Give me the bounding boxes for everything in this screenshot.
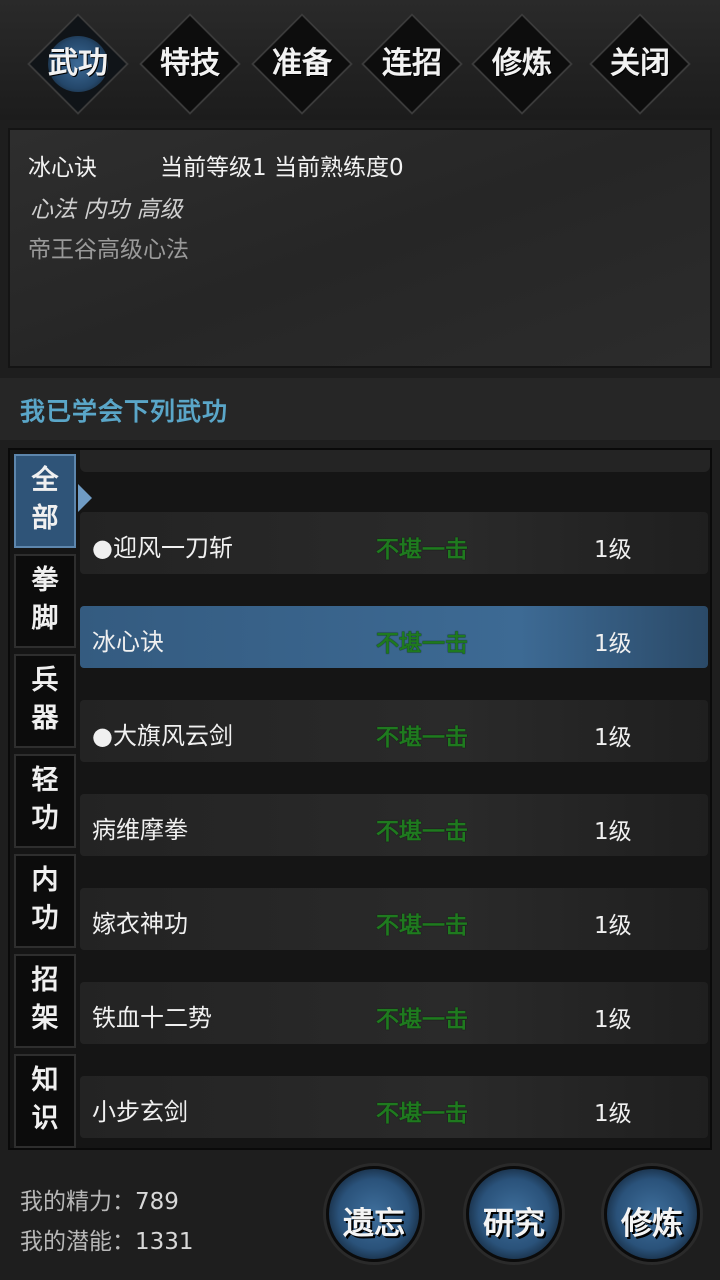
skill-info-panel: 冰心诀 当前等级1 当前熟练度0 心法 内功 高级 帝王谷高级心法: [8, 128, 712, 368]
tab-martial-arts[interactable]: 武功: [26, 12, 130, 116]
category-weapon[interactable]: 兵 器: [14, 654, 76, 748]
skill-row[interactable]: 小步玄剑 不堪一击 1级: [80, 1076, 708, 1138]
cultivate-button[interactable]: 修炼: [590, 1160, 714, 1276]
forget-button[interactable]: 遗忘: [312, 1160, 436, 1276]
skill-list-panel: 全 部 拳 脚 兵 器 轻 功 内 功 招 架 知 识 ●迎风一刀斩 不堪一击 …: [8, 448, 712, 1150]
category-all[interactable]: 全 部: [14, 454, 76, 548]
skill-row[interactable]: 嫁衣神功 不堪一击 1级: [80, 888, 708, 950]
tab-special-skills[interactable]: 特技: [138, 12, 242, 116]
skill-row-selected[interactable]: 冰心诀 不堪一击 1级: [80, 606, 708, 668]
tab-prepare[interactable]: 准备: [250, 12, 354, 116]
tab-cultivate[interactable]: 修炼: [470, 12, 574, 116]
category-sidebar: 全 部 拳 脚 兵 器 轻 功 内 功 招 架 知 识: [12, 450, 78, 1148]
category-lightness[interactable]: 轻 功: [14, 754, 76, 848]
energy-value: 789: [135, 1189, 179, 1215]
skill-row[interactable]: 病维摩拳 不堪一击 1级: [80, 794, 708, 856]
learned-header-text: 我已学会下列武功: [20, 397, 229, 426]
category-parry[interactable]: 招 架: [14, 954, 76, 1048]
bottom-bar: 我的精力：789 我的潜能：1331 遗忘 研究 修炼: [0, 1152, 720, 1280]
close-tab-button[interactable]: 关闭: [588, 12, 692, 116]
skill-row[interactable]: ●大旗风云剑 不堪一击 1级: [80, 700, 708, 762]
skill-rows[interactable]: ●迎风一刀斩 不堪一击 1级 冰心诀 不堪一击 1级 ●大旗风云剑 不堪一击 1…: [80, 450, 710, 1148]
skill-tags: 心法 内功 高级: [30, 197, 183, 223]
skill-level-text: 当前等级1 当前熟练度0: [160, 155, 404, 181]
learned-header: 我已学会下列武功: [0, 378, 720, 440]
potential-value: 1331: [135, 1229, 194, 1255]
tab-label: 准备: [272, 46, 332, 81]
category-knowledge[interactable]: 知 识: [14, 1054, 76, 1148]
skill-row[interactable]: 铁血十二势 不堪一击 1级: [80, 982, 708, 1044]
partial-row: [80, 450, 710, 472]
skill-name: 冰心诀: [28, 155, 97, 181]
research-button[interactable]: 研究: [452, 1160, 576, 1276]
tab-label: 关闭: [610, 46, 670, 81]
category-fist[interactable]: 拳 脚: [14, 554, 76, 648]
tab-label: 特技: [160, 46, 220, 81]
skill-description: 帝王谷高级心法: [28, 237, 189, 263]
tab-label: 武功: [48, 46, 108, 81]
energy-stat: 我的精力：789: [20, 1189, 179, 1215]
tab-label: 连招: [382, 46, 442, 81]
potential-stat: 我的潜能：1331: [20, 1229, 194, 1255]
category-inner[interactable]: 内 功: [14, 854, 76, 948]
tab-label: 修炼: [492, 46, 552, 81]
skill-row[interactable]: ●迎风一刀斩 不堪一击 1级: [80, 512, 708, 574]
top-tab-bar: 武功 特技 准备 连招 修炼 关闭: [0, 0, 720, 120]
tab-combo[interactable]: 连招: [360, 12, 464, 116]
